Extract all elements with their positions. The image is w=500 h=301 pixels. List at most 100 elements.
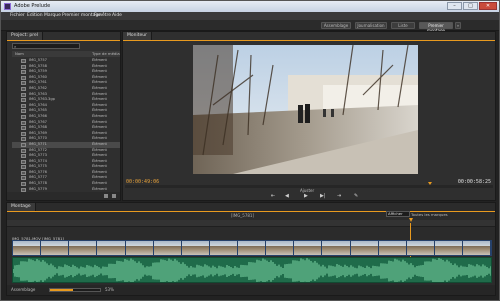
clip-icon	[21, 154, 26, 159]
zoom-label: Assemblage	[11, 287, 36, 292]
tab-divider	[123, 40, 495, 41]
search-icon: ⌕	[14, 44, 17, 49]
monitor-playhead[interactable]	[428, 182, 432, 185]
clip-thumbnail	[406, 241, 435, 255]
clip-icon	[21, 148, 26, 153]
timeline-footer: Assemblage 53%	[7, 285, 495, 295]
workspace-liste[interactable]: Liste	[391, 22, 415, 29]
clip-thumbnail	[209, 241, 238, 255]
clip-icon	[21, 126, 26, 131]
video-frame-image	[193, 45, 418, 174]
workspace-premier-montage[interactable]: Premier montage	[419, 22, 453, 33]
marks-filter[interactable]: Toutes les marques	[411, 212, 448, 217]
close-icon[interactable]: ✕	[479, 2, 497, 10]
clip-thumbnail	[463, 241, 491, 255]
monitor-controls: Ajuster ⇤ ◀ ▶ ▶| ⇥ ✎	[123, 188, 495, 200]
clip-thumbnail	[350, 241, 379, 255]
clip-thumbnail	[378, 241, 407, 255]
audio-track[interactable]	[12, 257, 492, 283]
menu-fenetre[interactable]: Fenêtre	[94, 13, 111, 18]
clip-icon	[21, 92, 26, 97]
clip-thumbnail	[13, 241, 42, 255]
clip-thumbnail	[153, 241, 182, 255]
clip-thumbnail	[266, 241, 295, 255]
clip-icon	[21, 142, 26, 147]
clip-icon	[21, 137, 26, 142]
workspace-menu-icon[interactable]: »	[455, 22, 461, 29]
workspace-journalisation[interactable]: Journalisation	[355, 22, 387, 29]
tab-divider	[7, 40, 120, 41]
clip-icon	[21, 75, 26, 80]
clip-icon	[21, 109, 26, 114]
search-input[interactable]: ⌕	[12, 43, 80, 49]
app-icon	[4, 3, 11, 10]
window-title: Adobe Prelude	[14, 3, 51, 9]
timeline-clip-title: [IMG_5781]	[231, 213, 255, 218]
clip-icon	[21, 86, 26, 91]
tab-monitor[interactable]: Moniteur	[123, 32, 152, 40]
clip-icon	[21, 159, 26, 164]
clip-icon	[21, 176, 26, 181]
monitor-panel: Moniteur 00:00:49:06 00:00:58:25 Ajuster…	[122, 31, 496, 201]
video-track[interactable]	[12, 240, 492, 256]
minimize-icon[interactable]: –	[447, 2, 462, 10]
step-back-icon[interactable]: ⇤	[271, 194, 275, 199]
menu-marque[interactable]: Marque	[44, 13, 61, 18]
clip-thumbnail	[294, 241, 323, 255]
tab-timeline[interactable]: Montage	[7, 203, 36, 211]
clip-thumbnail	[238, 241, 267, 255]
clip-thumbnail	[322, 241, 351, 255]
view-dropdown[interactable]: Afficher	[386, 211, 410, 217]
clip-icon	[21, 182, 26, 187]
clip-icon	[21, 59, 26, 63]
timeline-playhead[interactable]	[409, 218, 413, 222]
clip-thumbnail	[97, 241, 126, 255]
clip-thumbnail	[41, 241, 70, 255]
delete-icon[interactable]	[112, 194, 116, 198]
title-bar: Adobe Prelude – □ ✕	[1, 1, 499, 12]
clip-icon	[21, 70, 26, 75]
clip-icon	[21, 170, 26, 175]
step-forward-icon[interactable]: ▶|	[320, 194, 326, 199]
workspace-assemblage[interactable]: Assemblage	[321, 22, 351, 29]
clip-icon	[21, 165, 26, 170]
clip-icon	[21, 120, 26, 125]
menu-aide[interactable]: Aide	[112, 13, 122, 18]
tab-project[interactable]: Project: prel	[7, 32, 43, 40]
new-bin-icon[interactable]	[104, 194, 108, 198]
settings-icon[interactable]: ✎	[354, 194, 358, 199]
menu-bar: Fichier Edition Marque Premier montage F…	[1, 12, 499, 20]
clip-thumbnail	[125, 241, 154, 255]
play-icon[interactable]: ▶	[304, 194, 308, 199]
loop-icon[interactable]: ⇥	[337, 194, 341, 199]
waveform-path	[13, 258, 491, 282]
timeline-ruler[interactable]	[7, 220, 495, 227]
clip-icon	[21, 131, 26, 136]
clip-icon	[21, 114, 26, 119]
column-name[interactable]: Nom	[15, 51, 24, 56]
clip-icon	[21, 98, 26, 103]
zoom-slider[interactable]	[49, 288, 101, 292]
workspace-bar: Assemblage Journalisation Liste Premier …	[1, 20, 499, 33]
clip-icon	[21, 81, 26, 86]
zoom-value: 53%	[105, 287, 114, 292]
menu-edition[interactable]: Edition	[27, 13, 43, 18]
timeline-panel: Montage [IMG_5781] Afficher Toutes les m…	[6, 202, 496, 296]
app-window: Adobe Prelude – □ ✕ Fichier Edition Marq…	[0, 0, 500, 301]
clip-icon	[21, 103, 26, 108]
clip-thumbnail	[181, 241, 210, 255]
clip-thumbnail	[69, 241, 98, 255]
audio-waveform	[13, 258, 491, 282]
project-list-header: Nom Type de média	[12, 51, 120, 57]
clip-thumbnail	[434, 241, 463, 255]
video-frame	[193, 45, 418, 174]
maximize-icon[interactable]: □	[463, 2, 478, 10]
project-panel: Project: prel ⌕ Nom Type de média IMG_57…	[6, 31, 121, 201]
column-type[interactable]: Type de média	[92, 51, 120, 56]
clip-icon	[21, 64, 26, 69]
project-footer	[7, 192, 120, 200]
menu-fichier[interactable]: Fichier	[10, 13, 25, 18]
project-list: IMG_5757 Élément IMG_5758 Élément IMG_5759 Él…	[12, 58, 120, 192]
zoom-slider-fill	[50, 289, 73, 291]
rewind-icon[interactable]: ◀	[285, 194, 289, 199]
